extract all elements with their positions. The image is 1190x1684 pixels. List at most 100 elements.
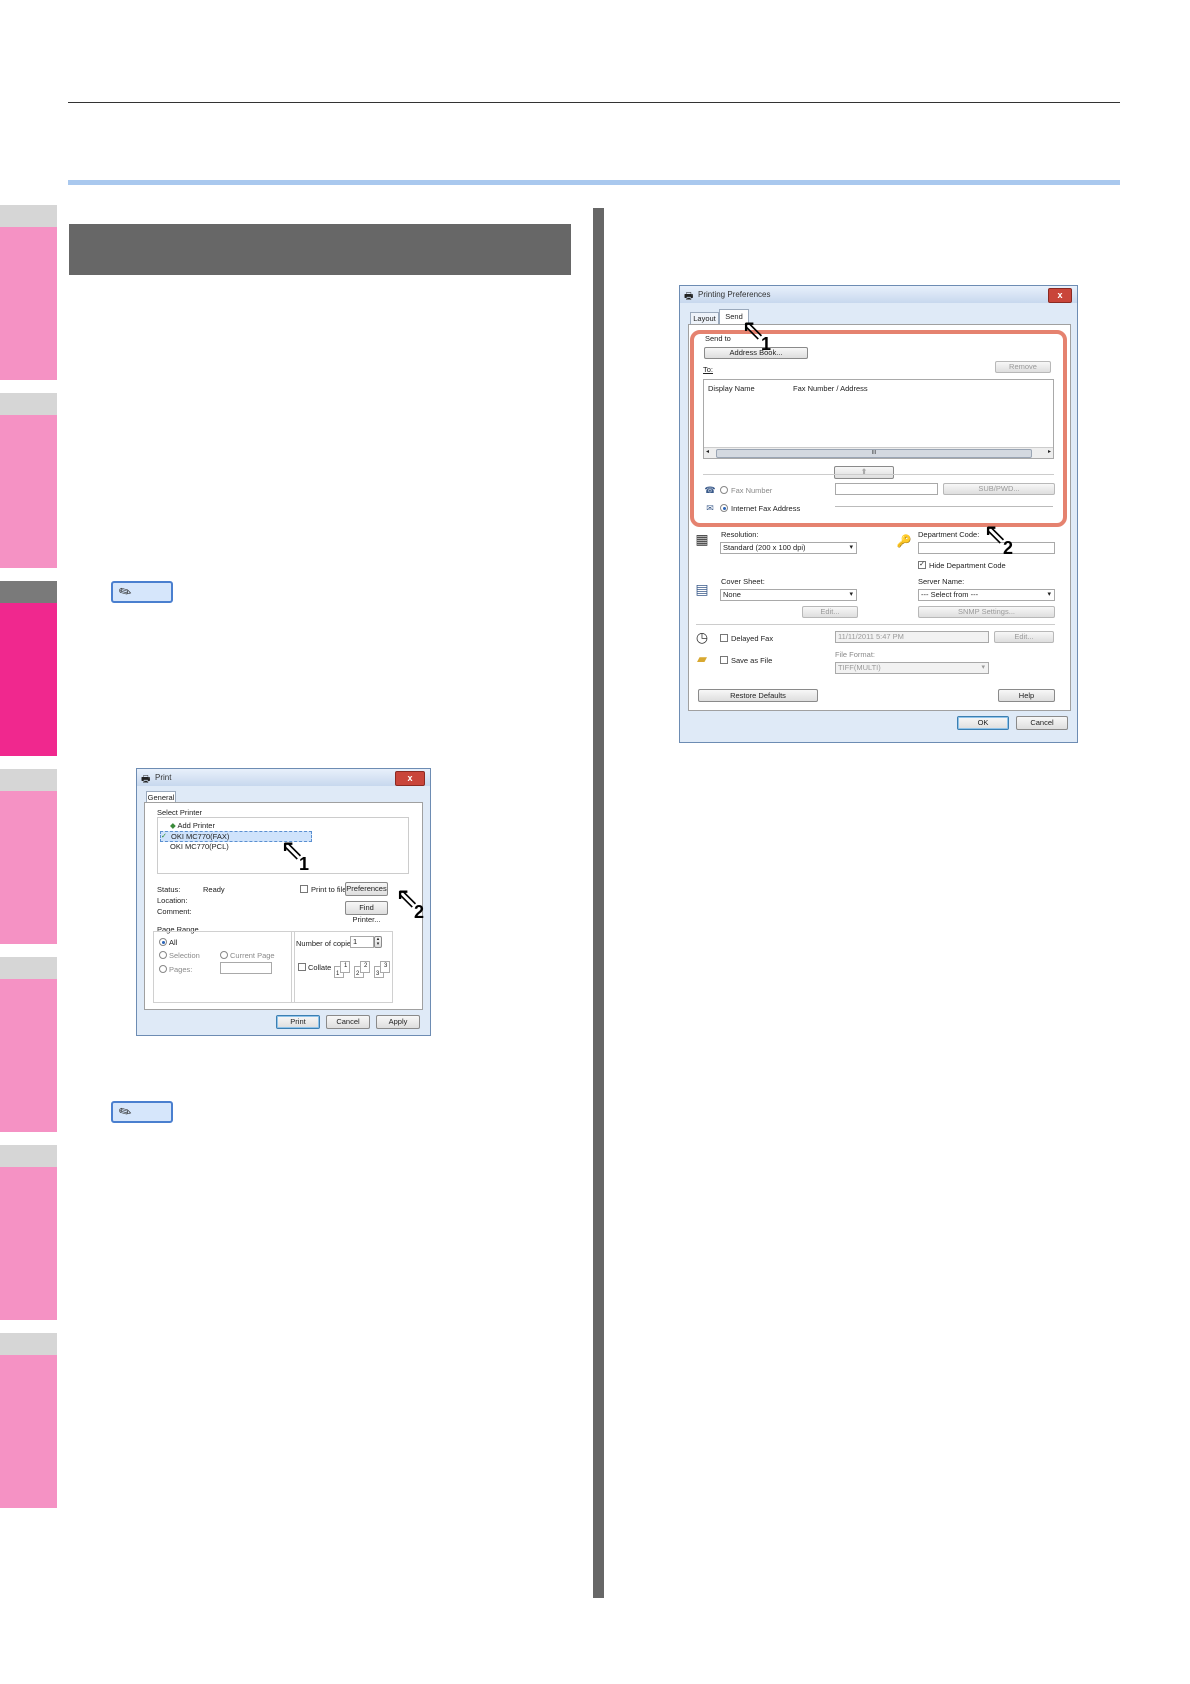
printer-item-add[interactable]: ◆ Add Printer xyxy=(170,821,215,830)
department-code-icon: 🔑 xyxy=(896,534,912,548)
hide-department-code-label: Hide Department Code xyxy=(929,561,1006,570)
collate-illustration: 1 1 2 2 3 3 xyxy=(330,960,390,982)
printer-item-label: Add Printer xyxy=(177,821,215,830)
delayed-fax-time-value: 11/11/2011 5:47 PM xyxy=(838,632,904,641)
apply-button[interactable]: Apply xyxy=(376,1015,420,1029)
chapter-tab-6[interactable] xyxy=(0,1167,57,1320)
chapter-tab-cap-4 xyxy=(0,769,57,791)
chapter-tab-5[interactable] xyxy=(0,979,57,1132)
printing-preferences-dialog: 🖶 Printing Preferences x Layout Send Sen… xyxy=(679,285,1078,743)
delayed-fax-time-input[interactable]: 11/11/2011 5:47 PM xyxy=(835,631,989,643)
pages-input[interactable] xyxy=(220,962,272,974)
file-format-label: File Format: xyxy=(835,650,876,659)
printer-item-label: OKI MC770(FAX) xyxy=(171,832,230,841)
internet-fax-icon: ✉ xyxy=(706,503,714,513)
status-label: Status: xyxy=(157,885,181,894)
server-name-select[interactable]: --- Select from --- ▾ xyxy=(918,589,1055,601)
close-button[interactable]: x xyxy=(1048,288,1072,303)
divider xyxy=(696,624,1055,625)
scroll-left-icon[interactable]: ◂ xyxy=(706,448,709,455)
section-header-bar xyxy=(69,224,571,275)
save-as-file-checkbox[interactable] xyxy=(720,656,728,664)
scroll-right-icon[interactable]: ▸ xyxy=(1048,448,1051,455)
chapter-tab-cap-1 xyxy=(0,205,57,227)
dropdown-arrow-icon: ▾ xyxy=(981,664,985,671)
collate-page-num: 3 xyxy=(376,971,380,977)
copies-label: Number of copies: xyxy=(296,939,357,948)
range-current-page-radio[interactable] xyxy=(220,951,228,959)
chapter-tab-4[interactable] xyxy=(0,791,57,944)
hide-department-code-checkbox[interactable]: ✓ xyxy=(918,561,926,569)
collate-label: Collate xyxy=(308,963,332,972)
copies-spinner[interactable]: ▴ ▾ xyxy=(374,936,382,948)
cancel-button[interactable]: Cancel xyxy=(1016,716,1068,730)
add-recipient-up-button[interactable]: ⬆ xyxy=(834,466,894,479)
remove-button[interactable]: Remove xyxy=(995,361,1051,373)
restore-defaults-button[interactable]: Restore Defaults xyxy=(698,689,818,702)
chapter-tab-cap-3 xyxy=(0,581,57,603)
internet-fax-radio[interactable] xyxy=(720,504,728,512)
cover-sheet-label: Cover Sheet: xyxy=(721,577,765,586)
help-button[interactable]: Help xyxy=(998,689,1055,702)
range-current-page-label: Current Page xyxy=(230,951,275,960)
collate-page-num: 1 xyxy=(336,971,340,977)
chapter-tab-cap-7 xyxy=(0,1333,57,1355)
find-printer-button[interactable]: Find Printer... xyxy=(345,901,388,924)
col-fax-number: Fax Number / Address xyxy=(793,384,868,393)
header-rule xyxy=(68,102,1120,103)
scroll-thumb-grip: III xyxy=(871,450,877,456)
recipient-list[interactable]: Display Name Fax Number / Address ◂ III … xyxy=(703,379,1054,459)
copies-input[interactable]: 1 xyxy=(350,936,374,948)
print-button[interactable]: Print xyxy=(276,1015,320,1029)
snmp-settings-button[interactable]: SNMP Settings... xyxy=(918,606,1055,618)
select-printer-label: Select Printer xyxy=(157,808,203,817)
callout-number: 2 xyxy=(414,902,425,922)
divider xyxy=(703,474,1054,475)
preferences-button[interactable]: Preferences xyxy=(345,882,388,896)
fax-number-input[interactable] xyxy=(835,483,938,495)
cover-sheet-icon: ▤ xyxy=(695,581,709,597)
server-name-value: --- Select from --- xyxy=(921,590,979,599)
printer-item-pcl[interactable]: OKI MC770(PCL) xyxy=(170,842,229,851)
chapter-tab-3-active[interactable] xyxy=(0,603,57,756)
chapter-tab-cap-2 xyxy=(0,393,57,415)
prefs-titlebar: 🖶 Printing Preferences x xyxy=(680,286,1077,303)
delayed-fax-edit-button[interactable]: Edit... xyxy=(994,631,1054,643)
close-button[interactable]: x xyxy=(395,771,425,786)
print-dialog: 🖶 Print x General Select Printer ◆ Add P… xyxy=(136,768,431,1036)
collate-page-num: 3 xyxy=(384,963,388,969)
range-selection-radio[interactable] xyxy=(159,951,167,959)
delayed-fax-checkbox[interactable] xyxy=(720,634,728,642)
range-all-radio[interactable] xyxy=(159,938,167,946)
cancel-button[interactable]: Cancel xyxy=(326,1015,370,1029)
file-format-select[interactable]: TIFF(MULTI) ▾ xyxy=(835,662,989,674)
server-name-label: Server Name: xyxy=(918,577,965,586)
callout-number: 1 xyxy=(299,854,310,874)
folder-icon: ▰ xyxy=(697,651,707,666)
resolution-select[interactable]: Standard (200 x 100 dpi) ▾ xyxy=(720,542,857,554)
cover-sheet-select[interactable]: None ▾ xyxy=(720,589,857,601)
print-dialog-titlebar: 🖶 Print x xyxy=(137,769,430,786)
range-pages-radio[interactable] xyxy=(159,965,167,973)
address-book-button[interactable]: Address Book... xyxy=(704,347,808,359)
collate-page: 3 xyxy=(380,961,390,973)
ok-button[interactable]: OK xyxy=(957,716,1009,730)
status-value: Ready xyxy=(203,885,225,894)
printer-icon: 🖶 xyxy=(141,774,151,785)
add-printer-icon: ◆ xyxy=(170,821,176,830)
save-as-file-label: Save as File xyxy=(731,656,773,665)
scroll-thumb[interactable]: III xyxy=(716,449,1032,458)
comment-label: Comment: xyxy=(157,907,192,916)
chapter-tab-2[interactable] xyxy=(0,415,57,568)
chapter-tab-7[interactable] xyxy=(0,1355,57,1508)
horizontal-scrollbar[interactable]: ◂ III ▸ xyxy=(704,447,1053,458)
chapter-tab-1[interactable] xyxy=(0,227,57,380)
print-to-file-checkbox[interactable] xyxy=(300,885,308,893)
sub-pwd-button[interactable]: SUB/PWD... xyxy=(943,483,1055,495)
fax-number-radio[interactable] xyxy=(720,486,728,494)
cover-sheet-edit-button[interactable]: Edit... xyxy=(802,606,858,618)
collate-checkbox[interactable] xyxy=(298,963,306,971)
file-format-value: TIFF(MULTI) xyxy=(838,663,881,672)
printer-icon: 🖶 xyxy=(684,291,694,302)
send-to-label: Send to xyxy=(705,334,731,343)
